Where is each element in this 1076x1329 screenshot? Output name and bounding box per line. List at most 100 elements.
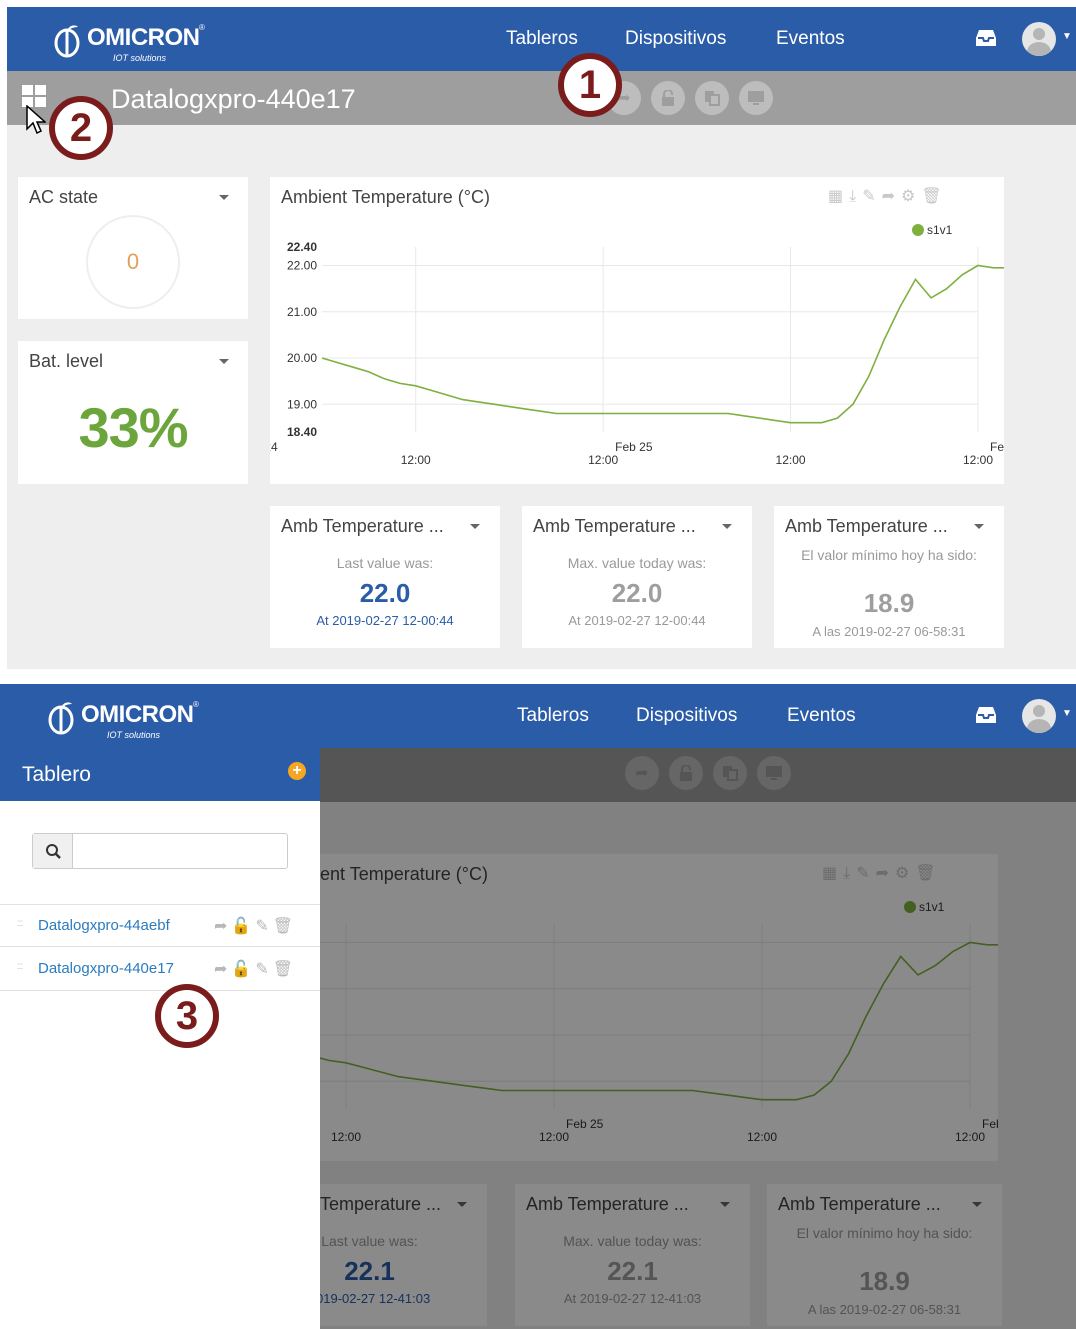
dashboard-screenshot-top: OMICRON ® IOT solutions Tableros Disposi… [7, 7, 1076, 669]
inbox-icon[interactable] [975, 29, 997, 47]
trash-icon[interactable]: 🗑 [273, 918, 297, 935]
dashboard-title: Datalogxpro-440e17 [111, 84, 356, 114]
stat-card-timestamp: At 2019-02-27 12-00:44 [568, 613, 706, 628]
legend-swatch [912, 224, 924, 236]
stat-card-value: 18.9 [863, 588, 915, 618]
temperature-line-chart: 22.40 22.00 21.00 20.00 19.00 18.40 Feb 24 Feb … [270, 223, 1004, 467]
dashboard-sidebar: Tablero + ::: Datalogxpro-44aebf ➦🔓✎🗑 ::… [0, 748, 320, 1329]
ac-card-menu-caret-icon[interactable] [219, 195, 229, 200]
stat-card-menu-caret-icon[interactable] [470, 524, 480, 529]
stat-card-menu-caret-icon[interactable] [974, 524, 984, 529]
ac-state-gauge: 0 [86, 215, 180, 309]
y-tick-label: 22.00 [287, 259, 317, 273]
dashboard-titlebar: Datalogxpro-440e17 ➦ [7, 71, 1076, 125]
sidebar-item-link[interactable]: Datalogxpro-440e17 [38, 960, 174, 977]
add-dashboard-plus-icon[interactable]: + [288, 762, 306, 780]
dashboard-search [32, 833, 288, 869]
omicron-logo-icon-2 [48, 702, 74, 735]
share-icon[interactable]: ➦ [214, 918, 231, 935]
sidebar-item-dashboard-2[interactable]: ::: Datalogxpro-440e17 ➦🔓✎🗑 [0, 948, 320, 991]
brand-registered-mark: ® [199, 23, 205, 32]
battery-card-menu-caret-icon[interactable] [219, 359, 229, 364]
y-tick-label: 22.40 [287, 240, 317, 254]
x-tick-label-day: Feb 24 [270, 440, 278, 454]
x-tick-label-hour: 12:00 [401, 453, 431, 467]
ac-state-value: 0 [126, 249, 140, 274]
stat-card-value: 22.0 [611, 578, 663, 608]
top-stat-card-1: Amb Temperature ... Last value was: 22.0 At… [270, 506, 500, 648]
edit-icon[interactable]: ✎ [255, 918, 272, 935]
user-menu-caret-icon-2[interactable]: ▼ [1062, 708, 1072, 719]
stat-card-value: 22.0 [359, 578, 411, 608]
top-navbar-2: OMICRON ® IOT solutions Tableros Disposi… [0, 684, 1076, 748]
unlock-icon[interactable]: 🔓 [231, 961, 255, 978]
share-icon[interactable]: ➦ [214, 961, 231, 978]
mouse-pointer-icon [26, 105, 46, 135]
user-avatar[interactable] [1022, 22, 1056, 56]
stat-card-title: Amb Temperature ... [785, 516, 948, 536]
battery-level-value: 33% [78, 396, 188, 459]
nav-events-2[interactable]: Eventos [787, 705, 856, 727]
user-avatar-2[interactable] [1022, 699, 1056, 733]
ambient-temperature-chart-card: Ambient Temperature (°C) ▦⤓✎➦⚙🗑 22.40 22.… [270, 177, 1004, 484]
monitor-icon [748, 91, 764, 105]
x-tick-label-day: Feb 26 [990, 440, 1004, 454]
sidebar-header: Tablero + [0, 748, 320, 801]
brand-registered-mark-2: ® [193, 700, 199, 709]
callout-3: 3 [155, 984, 219, 1048]
drag-handle-icon[interactable]: ::: [17, 961, 23, 972]
lock-icon [662, 90, 674, 106]
lock-dashboard-button[interactable] [651, 81, 685, 115]
unlock-icon[interactable]: 🔓 [231, 918, 255, 935]
edit-icon[interactable]: ✎ [255, 961, 272, 978]
inbox-icon-2[interactable] [975, 706, 997, 724]
x-tick-label-hour: 12:00 [776, 453, 806, 467]
stat-card-timestamp: A las 2019-02-27 06-58:31 [812, 624, 966, 639]
stat-card-caption: Last value was: [336, 555, 434, 571]
brand-tagline-2: IOT solutions [107, 730, 161, 740]
top-stat-card-3: Amb Temperature ... El valor mínimo hoy h… [774, 506, 1004, 648]
brand-tagline: IOT solutions [113, 53, 167, 63]
sidebar-item-actions: ➦🔓✎🗑 [214, 916, 297, 936]
search-button[interactable] [33, 834, 73, 868]
y-tick-label: 21.00 [287, 305, 317, 319]
callout-1: 1 [558, 53, 622, 117]
nav-dashboards-2[interactable]: Tableros [517, 705, 589, 727]
brand-name-2: OMICRON [81, 701, 194, 728]
stat-card-title: Amb Temperature ... [281, 516, 444, 536]
sidebar-item-dashboard-1[interactable]: ::: Datalogxpro-44aebf ➦🔓✎🗑 [0, 904, 320, 947]
y-tick-label: 19.00 [287, 397, 317, 411]
callout-2: 2 [49, 96, 113, 160]
nav-dashboards[interactable]: Tableros [506, 28, 578, 50]
stat-card-caption: Max. value today was: [567, 555, 707, 571]
dashboard-screenshot-bottom: OMICRON ® IOT solutions Tableros Disposi… [0, 684, 1076, 1329]
trash-icon[interactable]: 🗑 [273, 961, 297, 978]
battery-level-card: Bat. level 33% [18, 341, 248, 484]
legend-label: s1v1 [927, 223, 953, 237]
search-icon [46, 844, 61, 859]
ac-state-title: AC state [29, 187, 99, 207]
omicron-logo-icon [54, 25, 80, 58]
y-tick-label: 20.00 [287, 351, 317, 365]
sidebar-item-link[interactable]: Datalogxpro-44aebf [38, 917, 170, 934]
nav-events[interactable]: Eventos [776, 28, 845, 50]
battery-level-title: Bat. level [29, 351, 104, 371]
ac-state-card: AC state 0 [18, 177, 248, 319]
clone-dashboard-button[interactable] [695, 81, 729, 115]
nav-devices[interactable]: Dispositivos [625, 28, 726, 50]
dashboard-search-input[interactable] [73, 834, 287, 868]
brand-name: OMICRON [87, 24, 200, 51]
stat-card-caption: El valor mínimo hoy ha sido: [801, 547, 977, 563]
top-stat-card-2: Amb Temperature ... Max. value today was:… [522, 506, 752, 648]
sidebar-item-actions: ➦🔓✎🗑 [214, 959, 297, 979]
stat-card-timestamp: At 2019-02-27 12-00:44 [316, 613, 454, 628]
modal-backdrop[interactable] [320, 748, 1076, 1329]
drag-handle-icon[interactable]: ::: [17, 918, 23, 929]
user-menu-caret-icon[interactable]: ▼ [1062, 31, 1072, 42]
sidebar-title: Tablero [22, 763, 91, 786]
top-navbar: OMICRON ® IOT solutions Tableros Disposi… [7, 7, 1076, 71]
fullscreen-dashboard-button[interactable] [739, 81, 773, 115]
stat-card-menu-caret-icon[interactable] [722, 524, 732, 529]
stat-card-title: Amb Temperature ... [533, 516, 696, 536]
nav-devices-2[interactable]: Dispositivos [636, 705, 737, 727]
